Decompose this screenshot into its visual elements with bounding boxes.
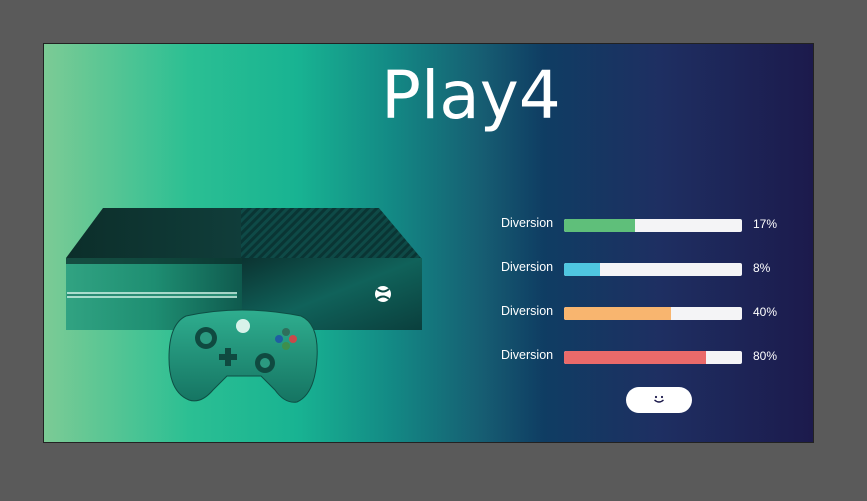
stat-progress-track <box>564 219 742 232</box>
stat-row: Diversion 8% <box>499 256 799 300</box>
smile-icon <box>654 395 664 403</box>
stat-progress-fill <box>564 351 707 364</box>
xbox-logo-icon <box>375 286 391 302</box>
stat-row: Diversion 40% <box>499 300 799 344</box>
stat-progress-fill <box>564 307 671 320</box>
stat-label: Diversion <box>501 304 554 318</box>
stat-label: Diversion <box>501 216 554 230</box>
stat-progress-track <box>564 351 742 364</box>
stat-row: Diversion 80% <box>499 344 799 388</box>
stat-progress-fill <box>564 263 600 276</box>
stat-value: 40% <box>753 305 778 319</box>
stat-value: 8% <box>753 261 771 275</box>
artboard: Play4 Diversion 17% Diversion 8% Diversi… <box>43 43 814 443</box>
stat-label: Diversion <box>501 348 554 362</box>
console-top-left <box>66 208 241 258</box>
stat-value: 17% <box>753 217 778 231</box>
controller-icon <box>168 309 318 403</box>
stat-label: Diversion <box>501 260 554 274</box>
stat-progress-fill <box>564 219 636 232</box>
smile-button[interactable] <box>626 387 692 413</box>
console-top-vent <box>241 208 421 258</box>
console-illustration <box>66 208 422 403</box>
stat-row: Diversion 17% <box>499 212 799 256</box>
stats-panel: Diversion 17% Diversion 8% Diversion 40%… <box>499 212 799 388</box>
page-title: Play4 <box>381 57 561 134</box>
stat-progress-track <box>564 263 742 276</box>
stat-progress-track <box>564 307 742 320</box>
stat-value: 80% <box>753 349 778 363</box>
